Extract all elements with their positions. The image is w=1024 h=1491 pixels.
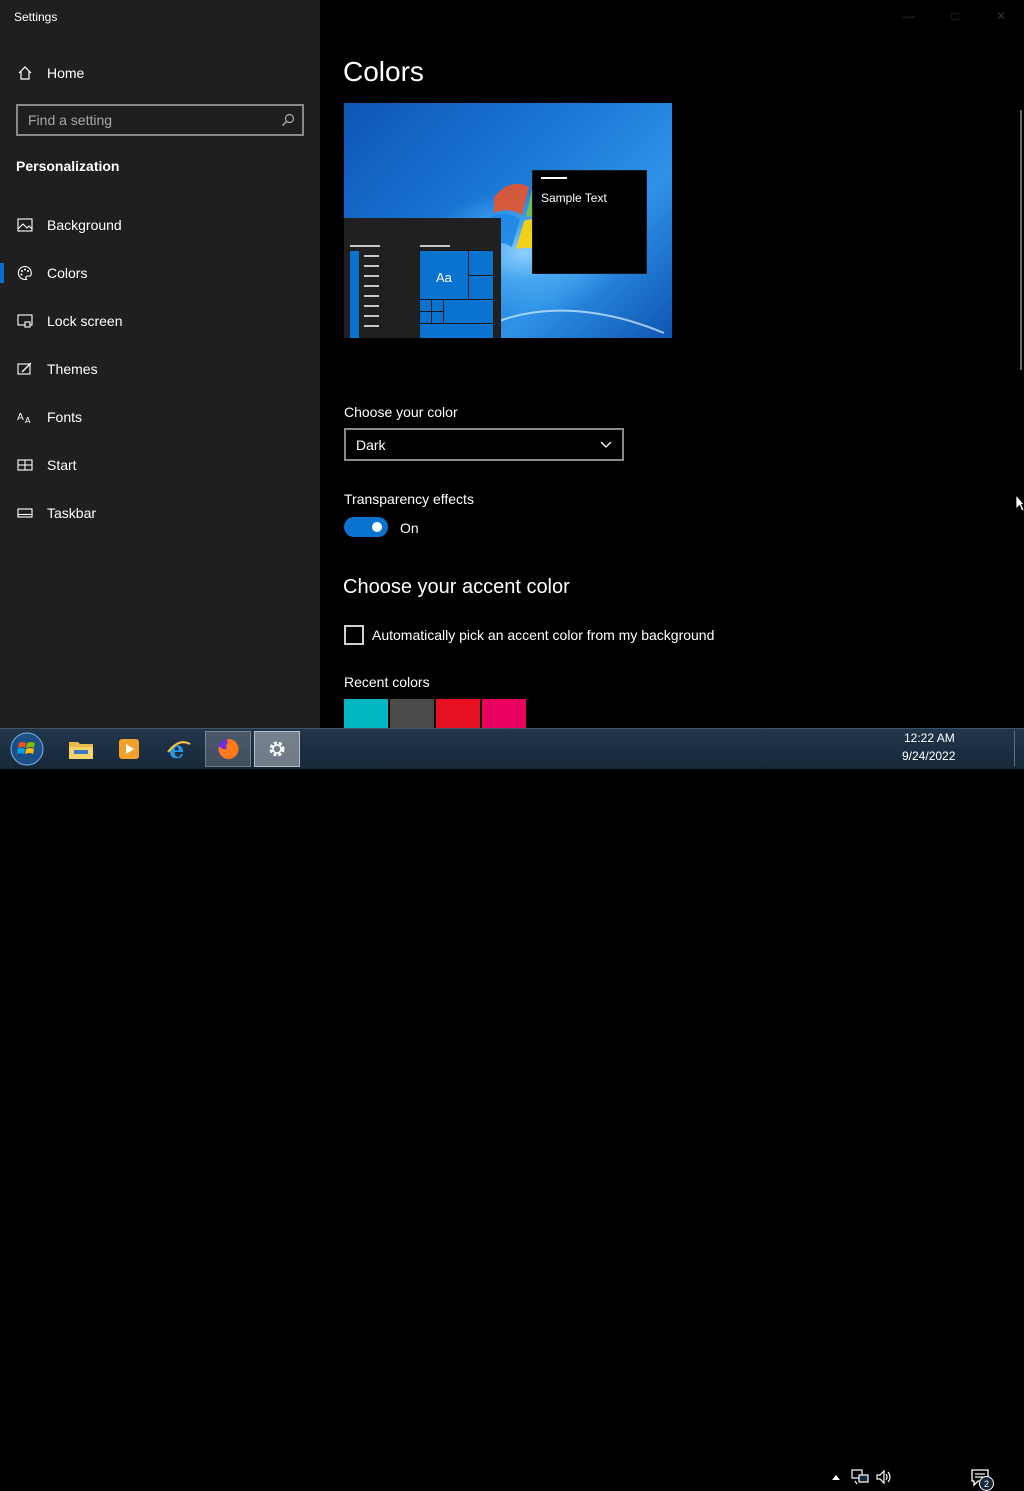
start-icon xyxy=(16,456,34,474)
color-mode-dropdown[interactable]: Dark xyxy=(344,428,624,461)
taskbar-internet-explorer[interactable]: e xyxy=(156,731,202,767)
window-controls: — □ ✕ xyxy=(886,0,1024,32)
sidebar-item-taskbar[interactable]: Taskbar xyxy=(0,493,320,533)
maximize-icon[interactable]: □ xyxy=(932,0,978,32)
transparency-toggle[interactable] xyxy=(344,517,388,537)
sidebar-item-label: Lock screen xyxy=(47,313,123,329)
transparency-state: On xyxy=(400,520,419,536)
start-menu-preview: Aa xyxy=(344,218,501,338)
start-button[interactable] xyxy=(4,731,50,767)
chevron-down-icon xyxy=(600,441,612,449)
transparency-label: Transparency effects xyxy=(344,491,474,507)
internet-explorer-icon: e xyxy=(166,736,192,762)
color-mode-value: Dark xyxy=(356,436,386,453)
auto-accent-label: Automatically pick an accent color from … xyxy=(372,627,715,643)
action-center-icon[interactable]: 2 xyxy=(970,1467,994,1491)
svg-text:A: A xyxy=(17,412,24,423)
svg-text:A: A xyxy=(25,416,31,424)
sidebar-item-background[interactable]: Background xyxy=(0,205,320,245)
notification-badge: 2 xyxy=(979,1476,994,1491)
media-player-icon xyxy=(117,737,141,761)
preview-tile-text: Aa xyxy=(436,270,452,285)
sidebar-item-label: Taskbar xyxy=(47,505,97,521)
sidebar-item-label: Fonts xyxy=(47,409,83,425)
themes-icon xyxy=(16,360,34,378)
mouse-cursor-icon xyxy=(1015,494,1024,512)
scrollbar[interactable] xyxy=(1020,110,1022,370)
settings-gear-icon xyxy=(266,738,288,760)
preview-window: Sample Text xyxy=(532,170,647,274)
show-desktop-button[interactable] xyxy=(1014,730,1023,766)
theme-preview: Aa Sample Text xyxy=(344,103,672,338)
section-heading: Personalization xyxy=(16,158,120,174)
start-orb-icon xyxy=(10,732,44,766)
recent-color-swatch[interactable] xyxy=(344,699,388,728)
network-icon[interactable] xyxy=(850,1467,870,1487)
recent-colors-label: Recent colors xyxy=(344,674,430,690)
search-input[interactable] xyxy=(18,111,278,129)
sidebar-item-fonts[interactable]: AA Fonts xyxy=(0,397,320,437)
taskbar-file-explorer[interactable] xyxy=(58,731,104,767)
choose-color-label: Choose your color xyxy=(344,404,458,420)
toggle-knob xyxy=(372,522,382,532)
file-explorer-icon xyxy=(68,738,94,760)
volume-icon[interactable] xyxy=(874,1467,894,1487)
sidebar-item-label: Colors xyxy=(47,265,88,281)
close-icon[interactable]: ✕ xyxy=(978,0,1024,32)
search-box[interactable] xyxy=(16,104,304,136)
home-label: Home xyxy=(47,65,85,81)
taskbar-media-player[interactable] xyxy=(106,731,152,767)
lock-screen-icon xyxy=(16,312,34,330)
sidebar-item-colors[interactable]: Colors xyxy=(0,253,320,293)
home-icon xyxy=(16,64,34,82)
show-hidden-icons-icon[interactable] xyxy=(830,1467,842,1487)
taskbar: e 2 xyxy=(0,728,1024,1491)
picture-icon xyxy=(16,216,34,234)
window-title: Settings xyxy=(14,10,58,24)
taskbar-icon xyxy=(16,504,34,522)
firefox-icon xyxy=(216,737,240,761)
palette-icon xyxy=(16,264,34,282)
accent-heading: Choose your accent color xyxy=(343,576,570,598)
sidebar-item-label: Background xyxy=(47,217,122,233)
sidebar-item-start[interactable]: Start xyxy=(0,445,320,485)
minimize-icon[interactable]: — xyxy=(886,0,932,32)
recent-color-swatch[interactable] xyxy=(390,699,434,728)
search-icon[interactable] xyxy=(278,110,298,130)
sidebar-item-label: Start xyxy=(47,457,77,473)
sidebar-item-themes[interactable]: Themes xyxy=(0,349,320,389)
fonts-icon: AA xyxy=(16,408,34,426)
clock-date[interactable]: 9/24/2022 xyxy=(902,749,955,763)
taskbar-firefox[interactable] xyxy=(205,731,251,767)
clock-time[interactable]: 12:22 AM xyxy=(904,731,955,745)
sample-text: Sample Text xyxy=(541,191,607,205)
auto-accent-checkbox[interactable] xyxy=(344,625,364,645)
home-nav-item[interactable]: Home xyxy=(0,53,320,93)
sidebar-item-label: Themes xyxy=(47,361,98,377)
recent-color-swatch[interactable] xyxy=(482,699,526,728)
sidebar-item-lock-screen[interactable]: Lock screen xyxy=(0,301,320,341)
recent-color-swatch[interactable] xyxy=(436,699,480,728)
taskbar-settings[interactable] xyxy=(254,731,300,767)
page-title: Colors xyxy=(343,56,424,87)
